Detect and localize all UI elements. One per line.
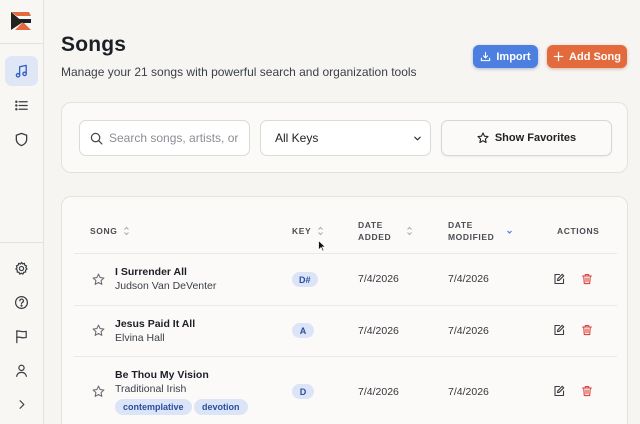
add-song-label: Add Song bbox=[569, 50, 621, 63]
sort-desc-icon[interactable] bbox=[506, 227, 513, 237]
page-title: Songs bbox=[61, 33, 127, 56]
trash-icon[interactable] bbox=[581, 385, 593, 397]
nav-settings[interactable] bbox=[5, 253, 38, 283]
sort-icon[interactable] bbox=[317, 226, 324, 236]
nav-report[interactable] bbox=[5, 321, 38, 351]
edit-icon[interactable] bbox=[553, 324, 565, 336]
chevron-right-icon bbox=[19, 399, 25, 409]
help-circle-icon bbox=[14, 295, 29, 309]
filter-panel: All Keys Show Favorites bbox=[61, 102, 628, 173]
star-outline-icon bbox=[477, 132, 489, 144]
column-header-song[interactable]: SONG bbox=[90, 225, 117, 237]
sidebar bbox=[0, 0, 44, 424]
sort-icon[interactable] bbox=[406, 226, 413, 236]
import-button[interactable]: Import bbox=[473, 45, 538, 68]
search-icon bbox=[90, 132, 103, 144]
nav-songs[interactable] bbox=[5, 56, 38, 86]
sidebar-divider bbox=[0, 43, 43, 44]
song-artist: Elvina Hall bbox=[115, 332, 165, 344]
nav-setlists[interactable] bbox=[5, 90, 38, 120]
trash-icon[interactable] bbox=[581, 273, 593, 285]
list-icon bbox=[15, 100, 28, 110]
app-logo[interactable] bbox=[9, 9, 33, 33]
sidebar-divider bbox=[0, 242, 43, 243]
tag-badge[interactable]: contemplative bbox=[115, 399, 192, 415]
show-favorites-label: Show Favorites bbox=[494, 132, 577, 144]
key-badge: A bbox=[292, 323, 314, 338]
song-artist: Traditional Irish bbox=[115, 383, 187, 395]
favorite-star-icon[interactable] bbox=[92, 385, 105, 398]
sort-icon[interactable] bbox=[123, 226, 130, 236]
sidebar-expand-button[interactable] bbox=[5, 389, 38, 419]
flag-icon bbox=[16, 329, 27, 343]
tag-badge[interactable]: devotion bbox=[194, 399, 248, 415]
key-badge: D bbox=[292, 384, 314, 399]
key-badge: D# bbox=[292, 272, 318, 287]
gear-icon bbox=[15, 261, 28, 275]
date-modified: 7/4/2026 bbox=[448, 386, 489, 398]
shield-icon bbox=[15, 132, 28, 146]
key-filter-value: All Keys bbox=[275, 131, 319, 145]
nav-profile[interactable] bbox=[5, 355, 38, 385]
date-modified: 7/4/2026 bbox=[448, 325, 489, 337]
nav-admin[interactable] bbox=[5, 124, 38, 154]
column-header-date-added[interactable]: DATE ADDED bbox=[358, 219, 391, 243]
song-title[interactable]: I Surrender All bbox=[115, 266, 187, 278]
song-artist: Judson Van DeVenter bbox=[115, 280, 217, 292]
search-input[interactable] bbox=[109, 131, 249, 145]
import-label: Import bbox=[496, 50, 531, 63]
music-note-icon bbox=[15, 64, 27, 78]
plus-icon bbox=[553, 51, 564, 62]
page-subtitle: Manage your 21 songs with powerful searc… bbox=[61, 65, 417, 79]
chevron-down-icon bbox=[414, 136, 421, 140]
row-divider bbox=[74, 305, 617, 306]
trash-icon[interactable] bbox=[581, 324, 593, 336]
column-header-key[interactable]: KEY bbox=[292, 225, 311, 237]
column-header-actions: ACTIONS bbox=[557, 226, 600, 236]
edit-icon[interactable] bbox=[553, 273, 565, 285]
song-title[interactable]: Be Thou My Vision bbox=[115, 369, 209, 381]
add-song-button[interactable]: Add Song bbox=[547, 45, 627, 68]
date-added: 7/4/2026 bbox=[358, 386, 399, 398]
date-added: 7/4/2026 bbox=[358, 325, 399, 337]
search-box[interactable] bbox=[79, 120, 250, 156]
upload-tray-icon bbox=[481, 51, 491, 62]
row-divider bbox=[74, 356, 617, 357]
user-icon bbox=[16, 364, 27, 377]
key-filter-select[interactable]: All Keys bbox=[260, 120, 431, 156]
favorite-star-icon[interactable] bbox=[92, 273, 105, 286]
date-added: 7/4/2026 bbox=[358, 273, 399, 285]
mouse-cursor-icon bbox=[318, 240, 326, 252]
songs-table: SONG KEY DATE ADDED DATE MODIFIED ACTIONS … bbox=[61, 196, 628, 424]
row-divider bbox=[74, 253, 617, 254]
edit-icon[interactable] bbox=[553, 385, 565, 397]
show-favorites-button[interactable]: Show Favorites bbox=[441, 120, 612, 156]
favorite-star-icon[interactable] bbox=[92, 324, 105, 337]
nav-help[interactable] bbox=[5, 287, 38, 317]
song-title[interactable]: Jesus Paid It All bbox=[115, 318, 195, 330]
column-header-date-modified[interactable]: DATE MODIFIED bbox=[448, 219, 494, 243]
date-modified: 7/4/2026 bbox=[448, 273, 489, 285]
